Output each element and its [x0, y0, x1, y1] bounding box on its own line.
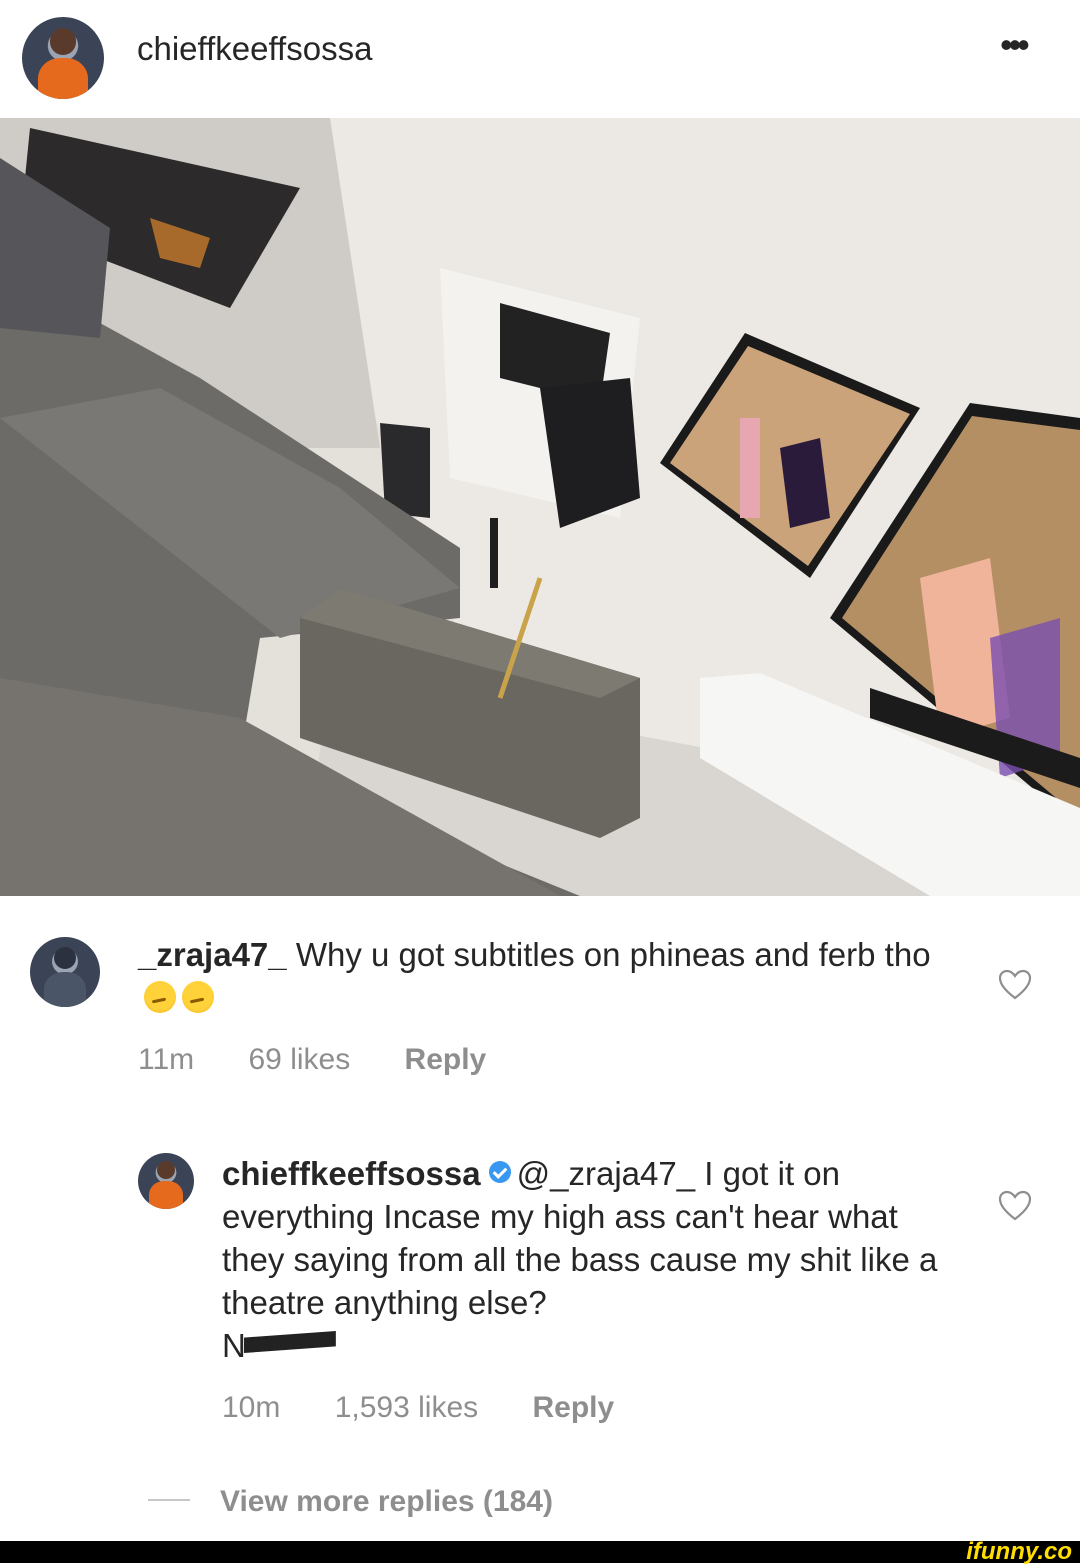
reply-last-line: N — [222, 1327, 246, 1364]
reply-button[interactable]: Reply — [405, 1043, 487, 1076]
comment-likes[interactable]: 69 likes — [248, 1043, 350, 1076]
profile-avatar[interactable] — [22, 17, 104, 99]
avatar-body — [44, 972, 86, 1007]
avatar-head — [157, 1160, 175, 1179]
comment-time: 11m — [138, 1043, 195, 1076]
avatar-body — [38, 58, 88, 99]
reply-likes[interactable]: 1,593 likes — [335, 1391, 478, 1424]
comment-meta: 11m 69 likes Reply — [138, 1043, 532, 1077]
post-username[interactable]: chieffkeeffsossa — [137, 30, 372, 68]
post-photo[interactable] — [0, 118, 1080, 896]
comment-text: _zraja47_ Why u got subtitles on phineas… — [138, 934, 938, 1018]
comment-body: Why u got subtitles on phineas and ferb … — [295, 936, 931, 973]
censor-mark — [243, 1331, 336, 1353]
thinking-face-icon — [144, 981, 176, 1013]
avatar-body — [149, 1181, 183, 1209]
avatar-head — [53, 946, 77, 970]
avatar-head — [49, 28, 77, 55]
reply-meta: 10m 1,593 likes Reply — [222, 1391, 660, 1425]
post-header: chieffkeeffsossa ••• — [0, 0, 1080, 118]
reply-avatar[interactable] — [138, 1153, 194, 1209]
reply-username[interactable]: chieffkeeffsossa — [222, 1155, 481, 1192]
commenter-avatar[interactable] — [30, 937, 100, 1007]
verified-badge-icon — [488, 1161, 511, 1183]
thinking-face-icon — [182, 981, 214, 1013]
reply-text: chieffkeeffsossa @_zraja47_ I got it on e… — [222, 1152, 942, 1367]
living-room-photo — [0, 118, 1080, 896]
comment-username[interactable]: _zraja47_ — [138, 936, 287, 973]
watermark-logo: ifunny.co — [966, 1538, 1072, 1565]
reply-mention[interactable]: @_zraja47_ — [517, 1155, 695, 1192]
reply-button[interactable]: Reply — [532, 1391, 614, 1424]
view-more-replies-button[interactable]: View more replies (184) — [148, 1485, 553, 1519]
like-heart-icon[interactable] — [998, 1190, 1032, 1222]
more-options-icon[interactable]: ••• — [1000, 27, 1048, 70]
like-heart-icon[interactable] — [998, 969, 1032, 1001]
divider-dash — [148, 1499, 190, 1501]
reply-time: 10m — [222, 1391, 281, 1424]
footer-bar — [0, 1541, 1080, 1563]
view-more-label: View more replies (184) — [220, 1485, 553, 1518]
